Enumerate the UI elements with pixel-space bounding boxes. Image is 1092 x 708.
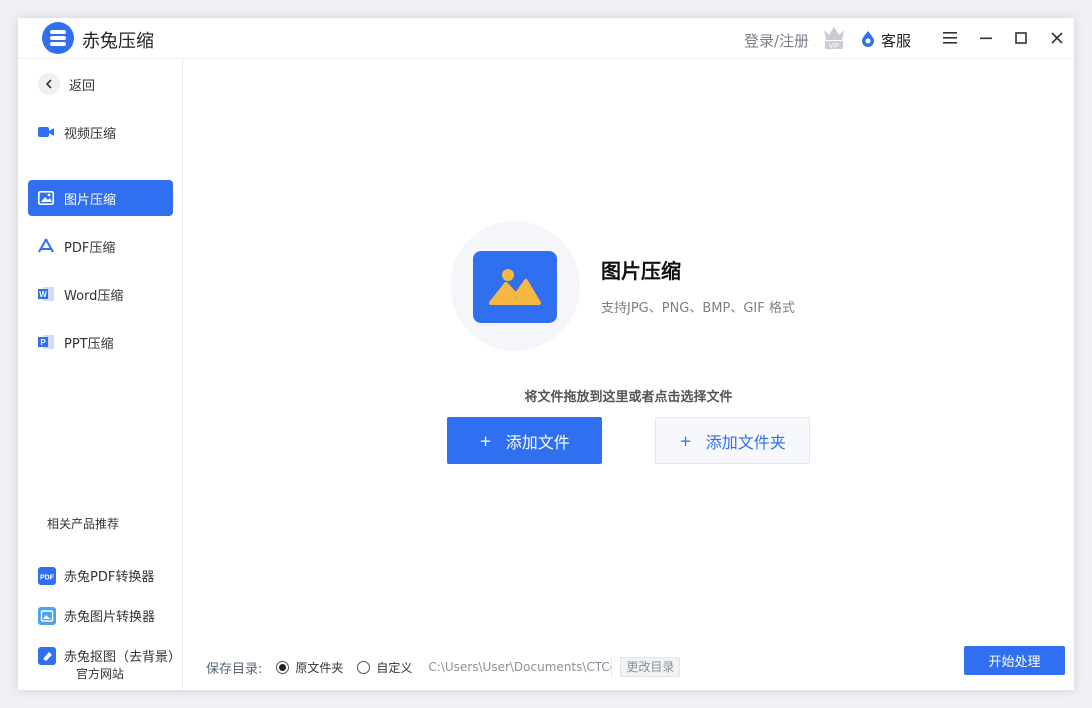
app-window: 赤兔压缩 登录/注册 VIP 客服 返回 视频压缩 图片压缩 PDF压缩 W W… — [18, 18, 1074, 690]
save-path-field[interactable]: C:\Users\User\Documents\CTCompress — [426, 657, 613, 677]
svg-text:W: W — [39, 290, 47, 299]
sidebar-item-label: 视频压缩 — [64, 126, 117, 142]
maximize-icon[interactable] — [1009, 26, 1033, 50]
sidebar-item-label: PDF压缩 — [64, 240, 116, 256]
video-icon — [38, 124, 54, 140]
radio-custom-folder-label[interactable]: 自定义 — [376, 659, 412, 676]
radio-original-folder[interactable] — [276, 660, 290, 674]
sidebar-item-label: 图片压缩 — [64, 192, 117, 208]
image-converter-icon — [38, 606, 56, 625]
recommend-item-image-converter[interactable]: 赤兔图片转换器 — [38, 606, 155, 625]
sidebar: 返回 视频压缩 图片压缩 PDF压缩 W Word压缩 P PPT压缩 相关产品… — [18, 59, 183, 690]
vip-crown-icon[interactable]: VIP — [822, 24, 846, 50]
recommend-item-label: 赤兔抠图（去背景） — [64, 650, 182, 665]
image-compress-icon — [473, 251, 557, 323]
close-icon[interactable] — [1045, 26, 1069, 50]
add-folder-button[interactable]: + 添加文件夹 — [655, 417, 810, 464]
svg-text:VIP: VIP — [828, 43, 840, 50]
add-file-label: 添加文件 — [505, 432, 570, 452]
recommend-title: 相关产品推荐 — [47, 517, 120, 531]
image-icon — [38, 190, 54, 206]
ppt-icon: P — [38, 334, 54, 350]
minimize-icon[interactable] — [974, 26, 998, 50]
pdf-converter-icon: PDF — [38, 566, 56, 585]
sidebar-item-image[interactable]: 图片压缩 — [28, 180, 173, 216]
drop-hint: 将文件拖放到这里或者点击选择文件 — [524, 390, 733, 405]
eraser-icon — [38, 646, 56, 665]
drop-zone[interactable]: 图片压缩 支持JPG、PNG、BMP、GIF 格式 将文件拖放到这里或者点击选择… — [183, 59, 1074, 690]
radio-custom-folder[interactable] — [357, 660, 371, 674]
app-logo-icon — [42, 22, 74, 54]
sidebar-item-word[interactable]: W Word压缩 — [28, 276, 173, 312]
save-directory-bar: 保存目录: 原文件夹 自定义 C:\Users\User\Documents\C… — [206, 657, 681, 677]
back-button[interactable]: 返回 — [38, 73, 95, 95]
title-bar: 赤兔压缩 登录/注册 VIP 客服 — [18, 18, 1074, 59]
login-register-link[interactable]: 登录/注册 — [744, 30, 809, 51]
plus-icon: + — [479, 431, 492, 450]
customer-service-label[interactable]: 客服 — [881, 30, 911, 51]
app-title: 赤兔压缩 — [82, 31, 154, 52]
sidebar-item-label: PPT压缩 — [64, 336, 114, 352]
back-label: 返回 — [69, 78, 96, 94]
svg-text:PDF: PDF — [40, 574, 55, 581]
menu-icon[interactable] — [938, 26, 962, 50]
word-icon: W — [38, 286, 54, 302]
recommend-item-label: 赤兔图片转换器 — [64, 610, 156, 625]
sidebar-item-video[interactable]: 视频压缩 — [28, 114, 173, 150]
recommend-item-cutout[interactable]: 赤兔抠图（去背景） — [38, 646, 181, 665]
supported-formats: 支持JPG、PNG、BMP、GIF 格式 — [601, 301, 795, 316]
save-directory-label: 保存目录: — [206, 661, 263, 677]
recommend-item-label: 赤兔PDF转换器 — [64, 570, 155, 585]
official-site-link[interactable]: 官方网站 — [76, 665, 124, 682]
recommend-item-pdf-converter[interactable]: PDF 赤兔PDF转换器 — [38, 566, 154, 585]
add-folder-label: 添加文件夹 — [705, 432, 786, 452]
sidebar-item-ppt[interactable]: P PPT压缩 — [28, 324, 173, 360]
page-title: 图片压缩 — [601, 259, 681, 283]
radio-original-folder-label[interactable]: 原文件夹 — [295, 659, 343, 676]
customer-service-icon[interactable] — [860, 30, 876, 48]
add-file-button[interactable]: + 添加文件 — [447, 417, 602, 464]
svg-text:P: P — [40, 338, 46, 347]
pdf-icon — [38, 238, 54, 254]
sidebar-item-label: Word压缩 — [64, 288, 124, 304]
change-directory-button[interactable]: 更改目录 — [620, 657, 681, 677]
chevron-left-icon — [38, 73, 60, 95]
start-processing-button[interactable]: 开始处理 — [964, 646, 1065, 675]
sidebar-item-pdf[interactable]: PDF压缩 — [28, 228, 173, 264]
plus-icon: + — [679, 431, 692, 450]
